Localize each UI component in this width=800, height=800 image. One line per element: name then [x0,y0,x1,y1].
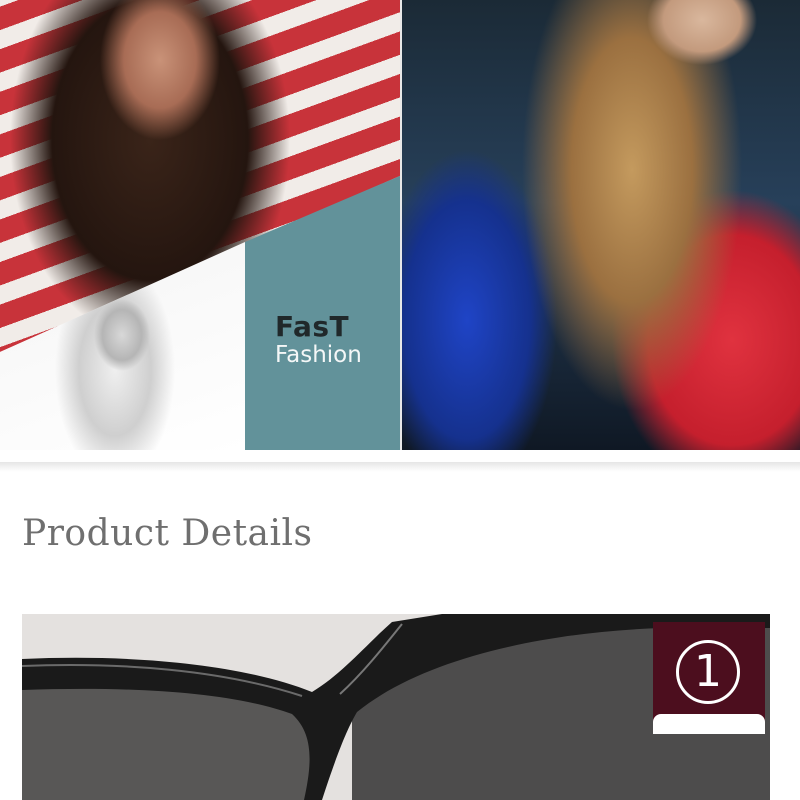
tagline-line-1: FasT [275,310,350,343]
model-photo-backpack [402,0,800,450]
section-title: Product Details [22,513,313,554]
section-separator [0,462,800,472]
badge-caption-bar [653,714,765,734]
detail-number: 1 [676,640,740,704]
tagline: FasT Fashion [275,310,362,369]
tagline-line-2: Fashion [275,342,362,368]
detail-number-badge: 1 [653,622,765,734]
fashion-banner: FasT Fashion [0,0,800,450]
banner-divider [400,0,402,450]
